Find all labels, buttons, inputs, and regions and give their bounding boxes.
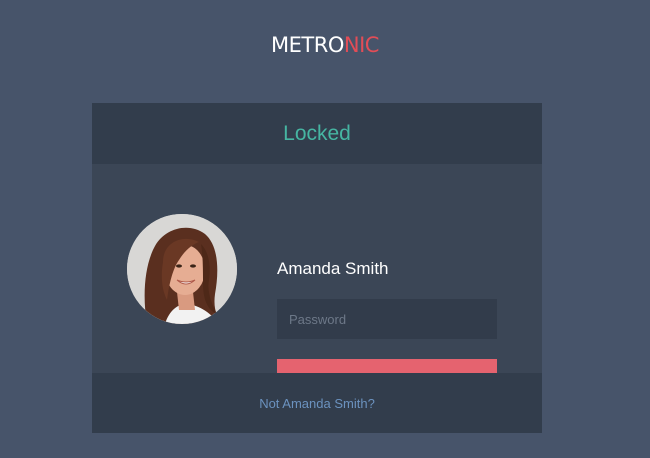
brand-logo-part2: NIC [343,33,380,57]
password-input[interactable] [277,299,497,339]
card-header: Locked [92,103,542,164]
card-body: Amanda Smith Login [92,164,542,399]
avatar [127,214,237,324]
username-label: Amanda Smith [277,259,389,278]
lock-screen-card: Locked Amanda Smith Not Amanda Smith? [92,103,542,433]
brand-logo-part1: METRO [271,33,344,57]
switch-user-link[interactable]: Not Amanda Smith? [259,396,375,411]
page-title: Locked [283,121,351,145]
brand-logo: METRONIC [0,33,650,57]
avatar-photo [127,214,237,324]
card-footer: Not Amanda Smith? [92,373,542,433]
